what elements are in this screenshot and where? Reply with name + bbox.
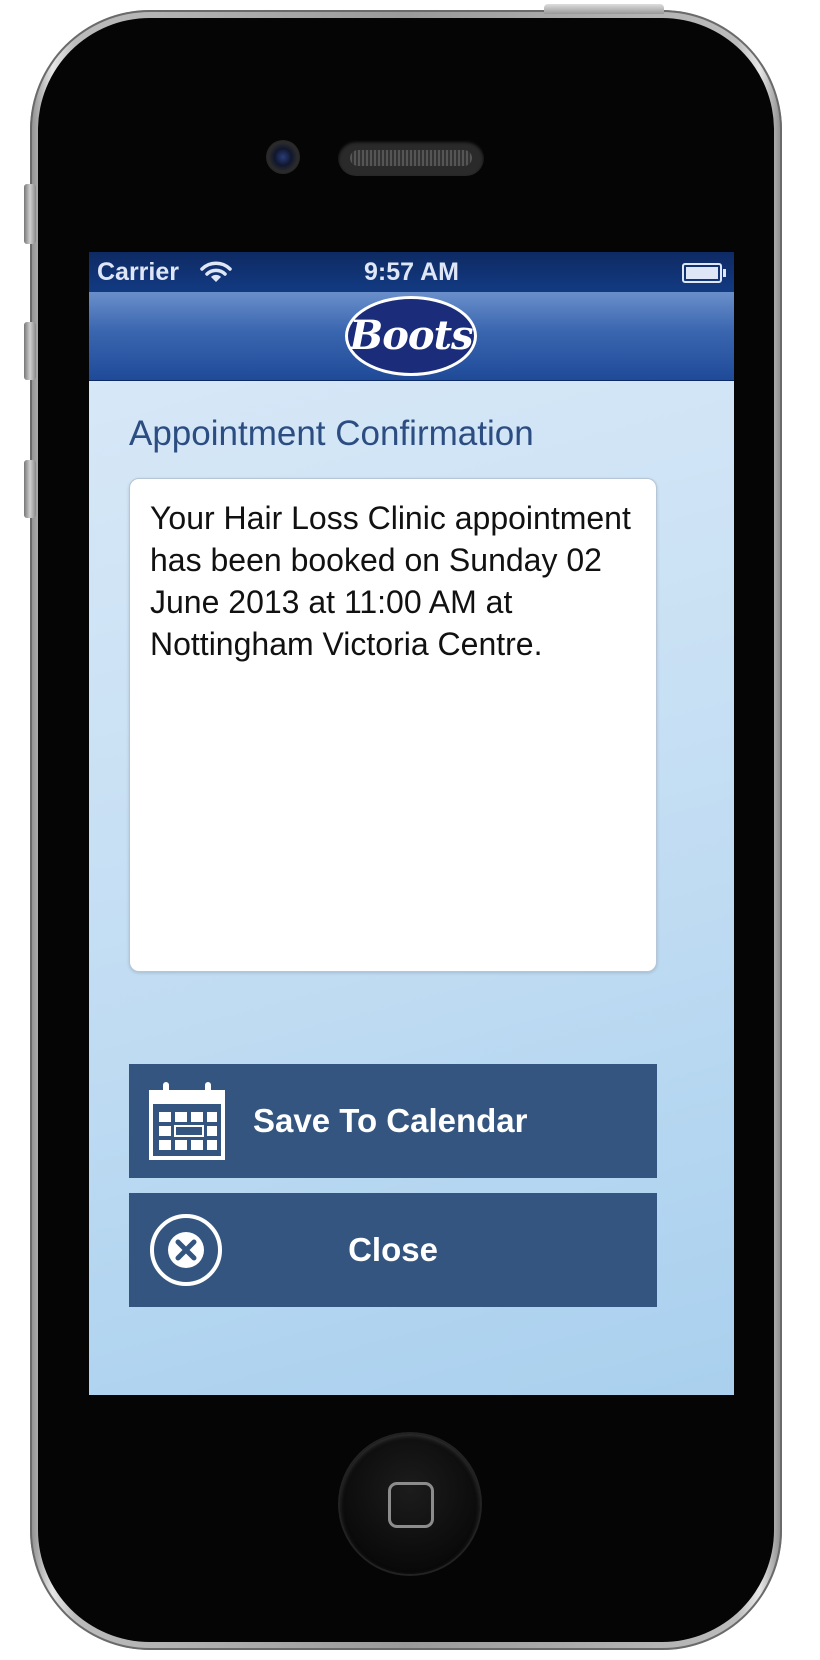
status-bar: Carrier 9:57 AM [89, 252, 734, 292]
volume-up-button [24, 322, 36, 380]
save-to-calendar-button[interactable]: Save To Calendar [129, 1064, 657, 1178]
nav-bar: Boots [89, 292, 734, 381]
confirmation-message: Your Hair Loss Clinic appointment has be… [129, 478, 657, 972]
boots-logo-text: Boots [349, 312, 473, 359]
home-square-icon [388, 1482, 434, 1528]
battery-icon [682, 263, 726, 283]
close-button[interactable]: Close [129, 1193, 657, 1307]
calendar-icon [149, 1082, 225, 1160]
page-title: Appointment Confirmation [129, 414, 534, 453]
front-camera [266, 140, 300, 174]
earpiece-speaker [338, 140, 484, 176]
close-label: Close [348, 1231, 438, 1268]
status-time: 9:57 AM [364, 258, 459, 286]
volume-down-button [24, 460, 36, 518]
save-to-calendar-label: Save To Calendar [253, 1102, 528, 1139]
home-button[interactable] [340, 1434, 480, 1574]
mute-switch [24, 184, 36, 244]
boots-logo: Boots [345, 296, 477, 376]
app-screen: Carrier 9:57 AM Boots Appointment Confir… [89, 252, 734, 1395]
power-button [544, 4, 664, 14]
